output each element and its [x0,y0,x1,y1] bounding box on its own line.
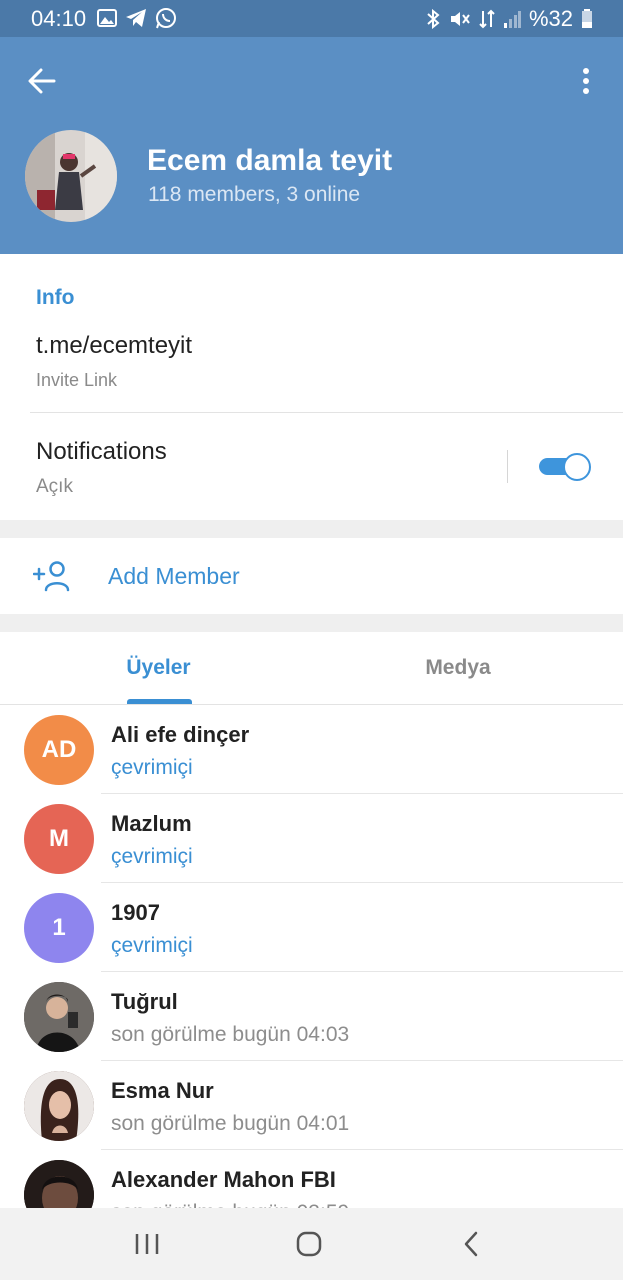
group-avatar[interactable] [25,130,117,222]
list-item[interactable]: Esma Nur son görülme bugün 04:01 [0,1061,623,1150]
avatar [24,982,94,1052]
chevron-left-icon [464,1231,478,1257]
group-photo [25,130,117,222]
section-gap-2 [0,614,623,632]
back-button[interactable] [22,61,62,101]
mute-icon [450,12,470,26]
home-button[interactable] [269,1208,349,1280]
status-bar: 04:10 %32 [0,0,623,37]
arrow-left-icon [28,68,56,94]
telegram-icon [126,9,146,27]
member-status: son görülme bugün 04:03 [111,1023,350,1046]
system-navigation-bar [0,1208,623,1280]
notifications-separator [507,450,508,483]
more-vertical-icon [583,68,589,94]
avatar [24,1071,94,1141]
battery-icon [582,9,592,28]
back-nav-button[interactable] [431,1208,511,1280]
notifications-toggle[interactable] [539,453,591,481]
gallery-icon [97,9,117,27]
member-status: çevrimiçi [111,756,193,779]
recent-apps-button[interactable] [107,1208,187,1280]
notifications-title[interactable]: Notifications [36,438,167,466]
status-time: 04:10 [31,6,87,31]
member-status: son görülme bugün 04:01 [111,1112,350,1135]
member-name: Esma Nur [111,1078,214,1103]
profile-header: Ecem damla teyit 118 members, 3 online [0,37,623,254]
member-status: çevrimiçi [111,845,193,868]
more-options-button[interactable] [569,61,603,101]
recent-apps-icon [135,1234,159,1254]
toggle-knob [563,453,591,481]
home-icon [296,1231,322,1257]
avatar: M [24,804,94,874]
notifications-value: Açık [36,476,73,497]
add-member-row[interactable]: Add Member [0,538,623,614]
list-item[interactable]: 1 1907 çevrimiçi [0,883,623,972]
invite-link-caption: Invite Link [36,370,118,390]
avatar-photo [24,982,94,1052]
member-name: Alexander Mahon FBI [111,1167,336,1192]
list-item[interactable]: M Mazlum çevrimiçi [0,794,623,883]
member-name: Mazlum [111,811,192,836]
section-gap [0,520,623,538]
list-item[interactable]: Tuğrul son görülme bugün 04:03 [0,972,623,1061]
avatar: 1 [24,893,94,963]
member-name: Tuğrul [111,989,178,1014]
signal-icon [503,11,521,28]
system-icons: %32 [425,6,593,32]
member-name: Ali efe dinçer [111,722,250,747]
notification-icons [97,7,177,29]
tab-members[interactable]: Üyeler [0,632,317,704]
add-user-icon [33,561,70,592]
member-status: çevrimiçi [111,934,193,957]
tab-media[interactable]: Medya [303,632,613,704]
bluetooth-icon [427,9,440,29]
invite-link[interactable]: t.me/ecemteyit [36,332,192,360]
info-section-title: Info [36,286,75,309]
data-icon [479,9,495,29]
whatsapp-icon [156,8,176,29]
member-name: 1907 [111,900,160,925]
avatar-photo [24,1071,94,1141]
avatar: AD [24,715,94,785]
group-title: Ecem damla teyit [147,144,393,177]
info-divider [30,412,623,413]
battery-percent: %32 [528,6,573,31]
group-members-count: 118 members, 3 online [148,183,361,206]
list-item[interactable]: AD Ali efe dinçer çevrimiçi [0,705,623,794]
add-member-label: Add Member [108,563,240,589]
